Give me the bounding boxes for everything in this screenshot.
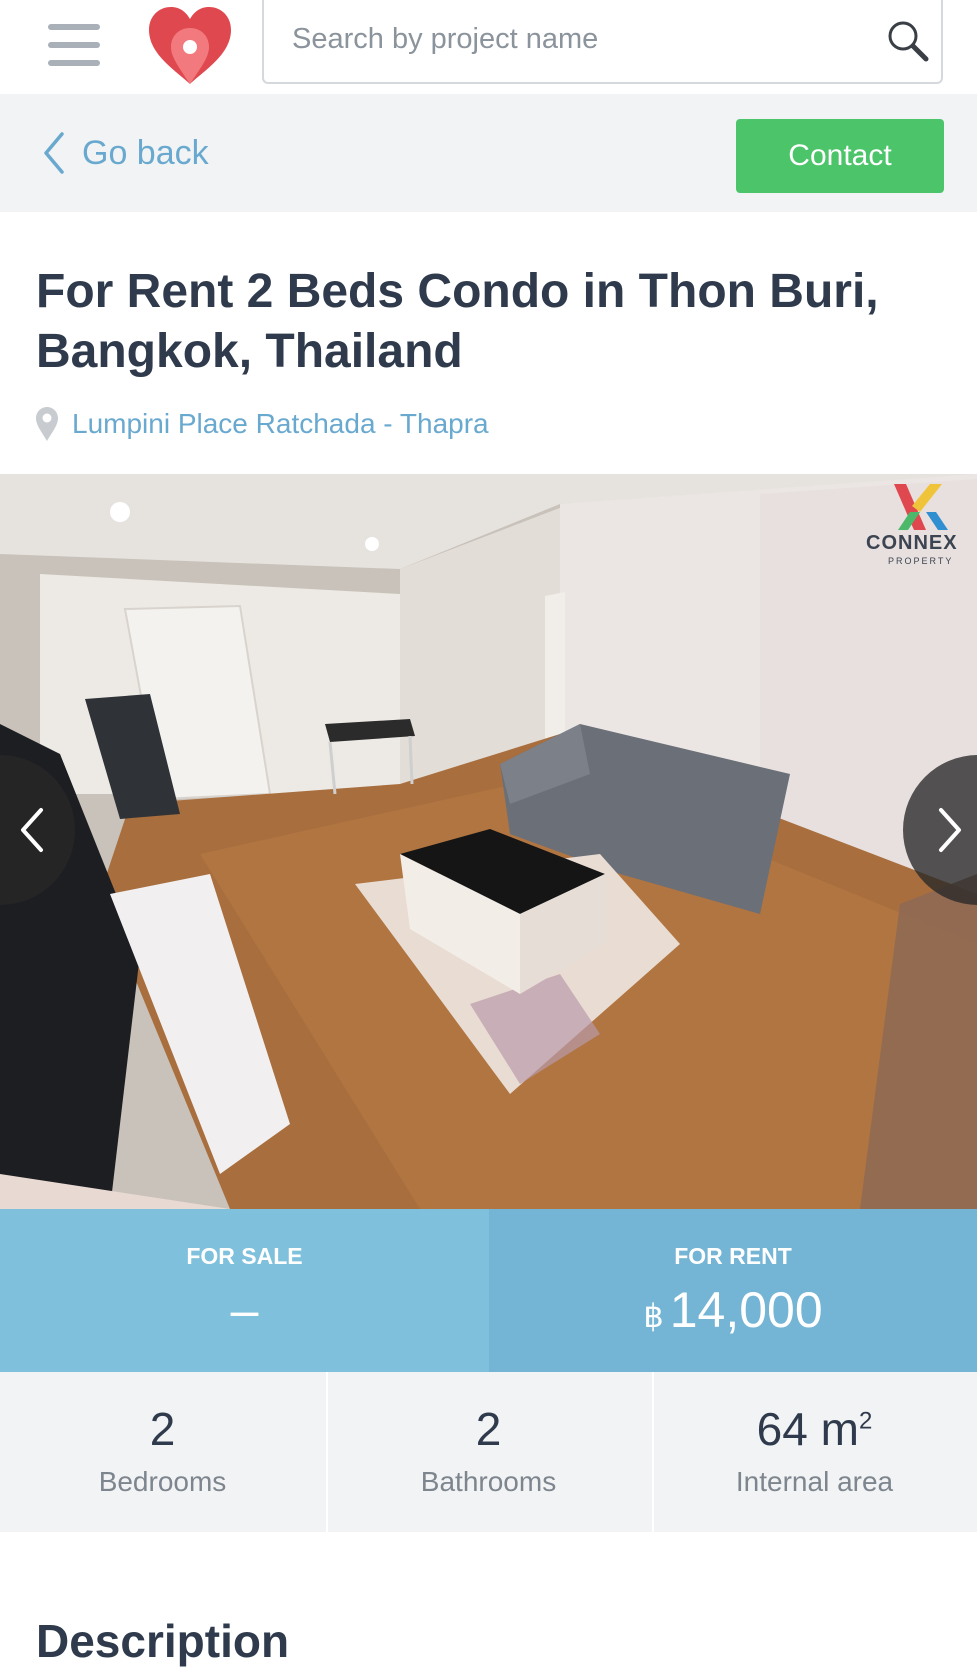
project-location-link[interactable]: Lumpini Place Ratchada - Thapra: [34, 404, 489, 444]
listing-title: For Rent 2 Beds Condo in Thon Buri, Bang…: [36, 265, 879, 378]
watermark: CONNEX PROPERTY: [860, 480, 975, 570]
stat-bathrooms: 2 Bathrooms: [326, 1372, 651, 1532]
rent-value: 14,000: [669, 1282, 823, 1338]
rent-label: FOR RENT: [674, 1243, 792, 1269]
photo-gallery[interactable]: CONNEX PROPERTY: [0, 474, 977, 1209]
map-pin-icon: [36, 407, 58, 441]
area-label: Internal area: [735, 1466, 894, 1497]
property-stats: 2 Bedrooms 2 Bathrooms 64 m2 Internal ar…: [0, 1372, 977, 1532]
contact-button[interactable]: Contact: [736, 119, 944, 193]
nav-bar: Go back Contact: [0, 94, 977, 212]
connex-logo-icon: [894, 484, 948, 530]
go-back-link[interactable]: Go back: [40, 128, 209, 178]
project-name: Lumpini Place Ratchada - Thapra: [72, 408, 489, 439]
price-band: FOR SALE – FOR RENT ฿ 14,000: [0, 1209, 977, 1372]
watermark-sub: PROPERTY: [888, 556, 954, 566]
area-unit: m: [820, 1403, 859, 1455]
area-value: 64 m2: [652, 1402, 977, 1456]
search-box: [262, 0, 943, 84]
watermark-name: CONNEX: [866, 532, 958, 554]
chevron-left-icon: [44, 132, 64, 174]
chevron-left-icon: [21, 808, 43, 852]
condo-living-room-photo: [0, 474, 977, 1209]
rent-price-panel: FOR RENT ฿ 14,000: [489, 1209, 977, 1372]
hamburger-menu-icon[interactable]: [48, 24, 100, 66]
heart-pin-logo[interactable]: [145, 4, 235, 86]
bedrooms-label: Bedrooms: [98, 1466, 227, 1497]
bathrooms-label: Bathrooms: [420, 1466, 557, 1497]
stat-area: 64 m2 Internal area: [652, 1372, 977, 1532]
sale-price-panel: FOR SALE –: [0, 1209, 489, 1372]
rent-price: ฿ 14,000: [489, 1281, 977, 1339]
currency-symbol: ฿: [643, 1298, 664, 1334]
stat-bedrooms: 2 Bedrooms: [0, 1372, 325, 1532]
chevron-right-icon: [939, 808, 961, 852]
area-unit-sup: 2: [858, 1407, 873, 1435]
bathrooms-value: 2: [475, 1403, 502, 1455]
sale-label: FOR SALE: [186, 1243, 303, 1269]
area-number: 64: [756, 1403, 808, 1455]
search-icon[interactable]: [883, 16, 931, 64]
search-input[interactable]: [292, 18, 872, 60]
top-bar: [0, 0, 977, 94]
bedrooms-value: 2: [149, 1403, 176, 1455]
sale-value: –: [230, 1282, 259, 1338]
go-back-label: Go back: [82, 133, 209, 172]
description-heading: Description: [36, 1615, 290, 1667]
